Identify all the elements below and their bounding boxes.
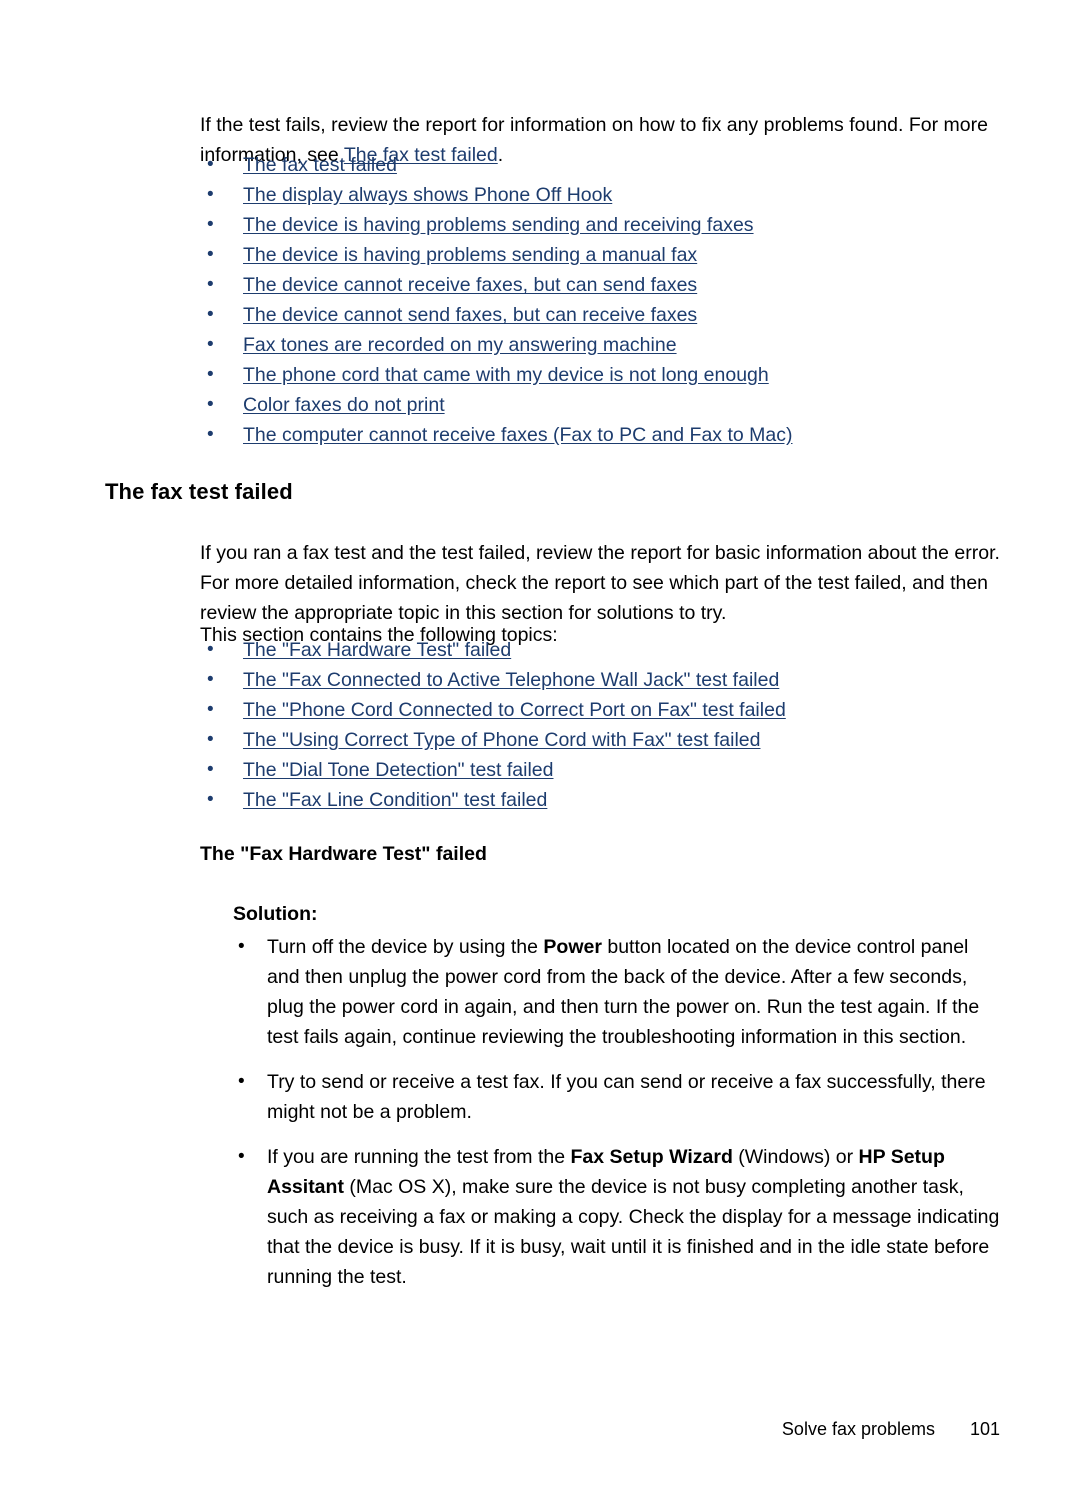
topic-link[interactable]: The "Dial Tone Detection" test failed: [243, 759, 554, 781]
solution-text-part: Try to send or receive a test fax. If yo…: [267, 1071, 986, 1123]
topic-link[interactable]: The device is having problems sending a …: [243, 244, 697, 266]
list-item[interactable]: • Fax tones are recorded on my answering…: [200, 330, 793, 360]
bullet-icon: •: [207, 729, 214, 750]
bullet-icon: •: [207, 669, 214, 690]
page-footer: Solve fax problems 101: [0, 1415, 1080, 1443]
solution-text-part: Turn off the device by using the: [267, 936, 544, 958]
list-item[interactable]: • The phone cord that came with my devic…: [200, 360, 793, 390]
list-item[interactable]: • The computer cannot receive faxes (Fax…: [200, 420, 793, 450]
bullet-icon: •: [207, 304, 214, 325]
solution-text-part: (Mac OS X), make sure the device is not …: [267, 1176, 1000, 1288]
topic-link-list-secondary: • The "Fax Hardware Test" failed • The "…: [200, 635, 786, 815]
document-page: If the test fails, review the report for…: [0, 0, 1080, 1495]
subsection-heading: The "Fax Hardware Test" failed: [200, 843, 487, 865]
solution-text-part: If you are running the test from the: [267, 1146, 571, 1168]
list-item[interactable]: • The "Fax Hardware Test" failed: [200, 635, 786, 665]
topic-link[interactable]: Fax tones are recorded on my answering m…: [243, 334, 677, 356]
bullet-icon: •: [207, 789, 214, 810]
list-item[interactable]: • The "Fax Line Condition" test failed: [200, 785, 786, 815]
bullet-icon: •: [207, 274, 214, 295]
solution-item: • Turn off the device by using the Power …: [233, 932, 1003, 1052]
bullet-icon: •: [238, 936, 245, 957]
list-item[interactable]: • The "Fax Connected to Active Telephone…: [200, 665, 786, 695]
bullet-icon: •: [207, 364, 214, 385]
solution-list: • Turn off the device by using the Power …: [233, 932, 1003, 1307]
topic-link[interactable]: Color faxes do not print: [243, 394, 445, 416]
bullet-icon: •: [238, 1071, 245, 1092]
solution-text-part: (Windows) or: [732, 1146, 859, 1168]
bullet-icon: •: [207, 154, 214, 175]
topic-link[interactable]: The fax test failed: [243, 154, 397, 176]
bullet-icon: •: [207, 699, 214, 720]
bullet-icon: •: [207, 334, 214, 355]
solution-item: • Try to send or receive a test fax. If y…: [233, 1067, 1003, 1127]
solution-emphasis-fax-setup-wizard: Fax Setup Wizard: [570, 1146, 733, 1168]
topic-link[interactable]: The device cannot send faxes, but can re…: [243, 304, 697, 326]
topic-link[interactable]: The "Phone Cord Connected to Correct Por…: [243, 699, 786, 721]
topic-link[interactable]: The phone cord that came with my device …: [243, 364, 769, 386]
bullet-icon: •: [238, 1146, 245, 1167]
list-item[interactable]: • The "Using Correct Type of Phone Cord …: [200, 725, 786, 755]
list-item[interactable]: • The device is having problems sending …: [200, 210, 793, 240]
list-item[interactable]: • Color faxes do not print: [200, 390, 793, 420]
topic-link[interactable]: The "Using Correct Type of Phone Cord wi…: [243, 729, 760, 751]
topic-link[interactable]: The "Fax Hardware Test" failed: [243, 639, 511, 661]
topic-link[interactable]: The "Fax Connected to Active Telephone W…: [243, 669, 779, 691]
topic-link-list-primary: • The fax test failed • The display alwa…: [200, 150, 793, 450]
topic-link[interactable]: The computer cannot receive faxes (Fax t…: [243, 424, 793, 446]
list-item[interactable]: • The device is having problems sending …: [200, 240, 793, 270]
list-item[interactable]: • The display always shows Phone Off Hoo…: [200, 180, 793, 210]
list-item[interactable]: • The device cannot receive faxes, but c…: [200, 270, 793, 300]
list-item[interactable]: • The "Dial Tone Detection" test failed: [200, 755, 786, 785]
section-heading: The fax test failed: [105, 479, 293, 504]
bullet-icon: •: [207, 424, 214, 445]
topic-link[interactable]: The display always shows Phone Off Hook: [243, 184, 612, 206]
bullet-icon: •: [207, 214, 214, 235]
topic-link[interactable]: The "Fax Line Condition" test failed: [243, 789, 547, 811]
topic-link[interactable]: The device is having problems sending an…: [243, 214, 754, 236]
list-item[interactable]: • The fax test failed: [200, 150, 793, 180]
bullet-icon: •: [207, 639, 214, 660]
footer-page-number: 101: [969, 1419, 1000, 1439]
bullet-icon: •: [207, 394, 214, 415]
solution-emphasis-power: Power: [543, 936, 602, 958]
solution-item: • If you are running the test from the Fa…: [233, 1142, 1003, 1292]
topic-link[interactable]: The device cannot receive faxes, but can…: [243, 274, 697, 296]
footer-section-label: Solve fax problems: [781, 1419, 935, 1439]
bullet-icon: •: [207, 184, 214, 205]
list-item[interactable]: • The "Phone Cord Connected to Correct P…: [200, 695, 786, 725]
solution-label: Solution:: [233, 903, 318, 925]
list-item[interactable]: • The device cannot send faxes, but can …: [200, 300, 793, 330]
bullet-icon: •: [207, 759, 214, 780]
section-paragraph: If you ran a fax test and the test faile…: [200, 541, 1000, 624]
bullet-icon: •: [207, 244, 214, 265]
